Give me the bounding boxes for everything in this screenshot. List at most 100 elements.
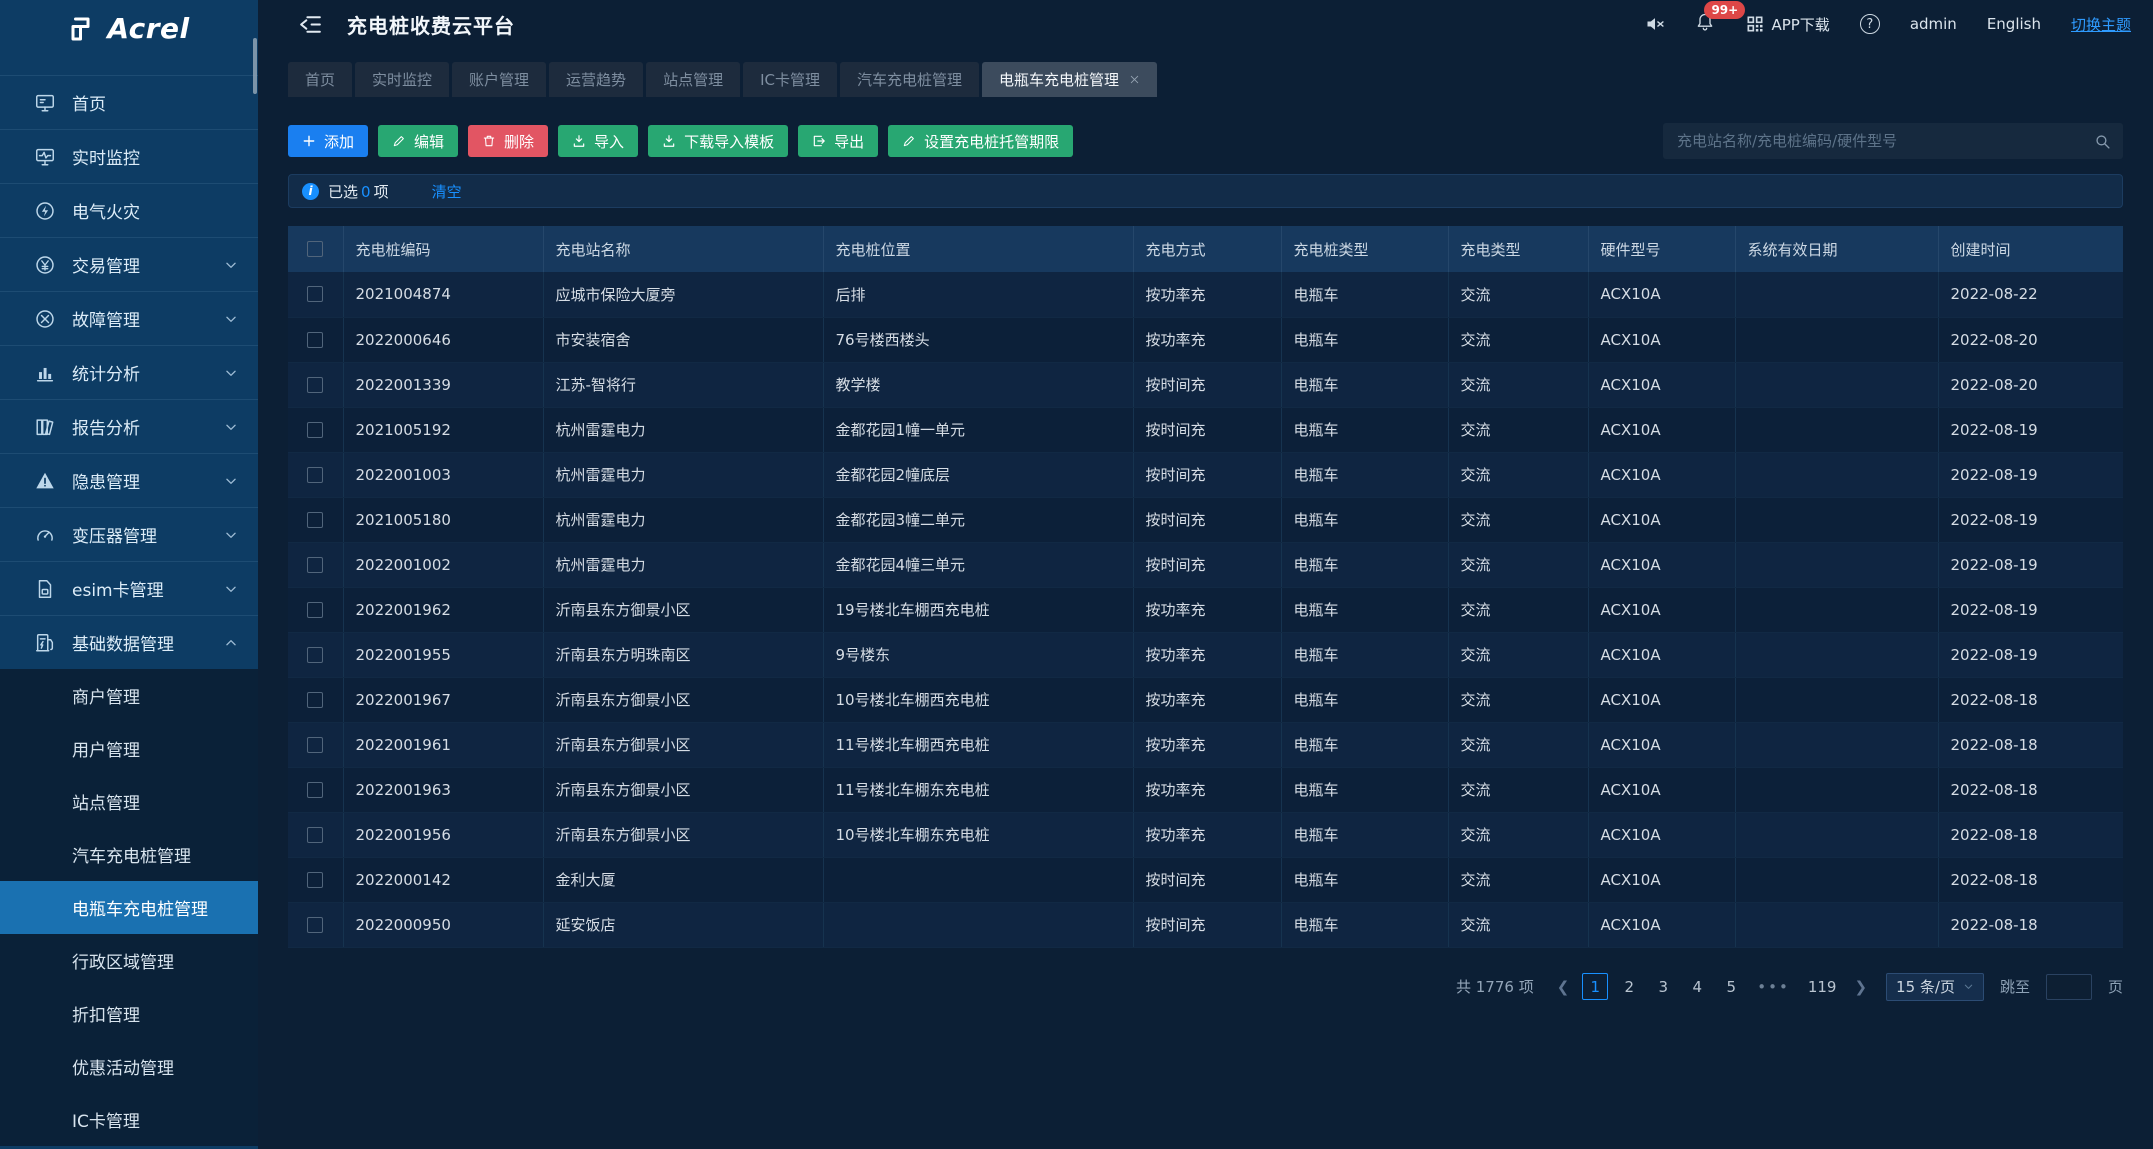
- table-cell: 交流: [1448, 452, 1588, 497]
- add-button[interactable]: 添加: [288, 125, 368, 157]
- notification-bell[interactable]: 99+: [1695, 12, 1715, 36]
- tab-3[interactable]: 账户管理: [452, 62, 546, 97]
- close-icon[interactable]: [1129, 74, 1140, 85]
- sidebar-item-label: 隐患管理: [72, 468, 140, 493]
- sidebar-subitem-5[interactable]: 电瓶车充电桩管理: [0, 881, 258, 934]
- sidebar-item-2[interactable]: 实时监控: [0, 129, 258, 183]
- pagination-page-5[interactable]: 5: [1718, 973, 1744, 1000]
- sidebar-subitem-4[interactable]: 汽车充电桩管理: [0, 828, 258, 881]
- sidebar-item-1[interactable]: 首页: [0, 75, 258, 129]
- tab-1[interactable]: 首页: [288, 62, 352, 97]
- row-checkbox[interactable]: [307, 827, 323, 843]
- row-checkbox[interactable]: [307, 332, 323, 348]
- table-cell: 金都花园1幢一单元: [823, 407, 1133, 452]
- chevron-down-icon: [224, 312, 238, 326]
- sidebar-item-label: 电气火灾: [72, 198, 140, 223]
- import-icon: [572, 134, 586, 148]
- row-checkbox[interactable]: [307, 512, 323, 528]
- table-cell: 交流: [1448, 407, 1588, 452]
- set-hosting-period-button[interactable]: 设置充电桩托管期限: [888, 125, 1073, 157]
- import-button[interactable]: 导入: [558, 125, 638, 157]
- pagination-page-119[interactable]: 119: [1803, 973, 1842, 1000]
- row-checkbox[interactable]: [307, 467, 323, 483]
- page-size-select[interactable]: 15 条/页: [1886, 973, 1984, 1001]
- table-cell: 11号楼北车棚东充电桩: [823, 767, 1133, 812]
- sidebar-subitem-2[interactable]: 用户管理: [0, 722, 258, 775]
- sidebar-subitem-6[interactable]: 行政区域管理: [0, 934, 258, 987]
- sidebar-subitem-7[interactable]: 折扣管理: [0, 987, 258, 1040]
- language-switch[interactable]: English: [1987, 15, 2041, 33]
- row-checkbox[interactable]: [307, 557, 323, 573]
- row-checkbox[interactable]: [307, 286, 323, 302]
- sidebar-item-8[interactable]: 隐患管理: [0, 453, 258, 507]
- pagination-next-icon[interactable]: ❯: [1849, 978, 1872, 996]
- pagination-prev-icon[interactable]: ❮: [1552, 978, 1575, 996]
- tab-7[interactable]: 汽车充电桩管理: [840, 62, 979, 97]
- pagination-page-4[interactable]: 4: [1684, 973, 1710, 1000]
- table-cell: 按时间充: [1133, 857, 1281, 902]
- table-cell: 2022-08-18: [1938, 677, 2123, 722]
- tab-5[interactable]: 站点管理: [646, 62, 740, 97]
- app-download-button[interactable]: APP下载: [1745, 14, 1829, 35]
- table-cell: 交流: [1448, 677, 1588, 722]
- sidebar-scrollbar[interactable]: [253, 38, 257, 94]
- sidebar-item-7[interactable]: 报告分析: [0, 399, 258, 453]
- cell-checkbox: [288, 812, 343, 857]
- row-checkbox[interactable]: [307, 647, 323, 663]
- table-row-9: 2022001955沂南县东方明珠南区9号楼东按功率充电瓶车交流ACX10A20…: [288, 632, 2123, 677]
- download-template-button[interactable]: 下载导入模板: [648, 125, 788, 157]
- cell-checkbox: [288, 767, 343, 812]
- row-checkbox[interactable]: [307, 692, 323, 708]
- column-header-5: 充电桩类型: [1281, 226, 1448, 272]
- sidebar-subitem-9[interactable]: IC卡管理: [0, 1093, 258, 1146]
- sidebar-item-4[interactable]: 交易管理: [0, 237, 258, 291]
- table-cell: [823, 902, 1133, 947]
- tab-6[interactable]: IC卡管理: [743, 62, 837, 97]
- sidebar-subitem-8[interactable]: 优惠活动管理: [0, 1040, 258, 1093]
- row-checkbox[interactable]: [307, 872, 323, 888]
- table-cell: 按时间充: [1133, 407, 1281, 452]
- pagination-page-2[interactable]: 2: [1616, 973, 1642, 1000]
- row-checkbox[interactable]: [307, 377, 323, 393]
- row-checkbox[interactable]: [307, 602, 323, 618]
- tab-8[interactable]: 电瓶车充电桩管理: [982, 62, 1157, 97]
- row-checkbox[interactable]: [307, 737, 323, 753]
- delete-button[interactable]: 删除: [468, 125, 548, 157]
- sidebar: Acrel 首页实时监控电气火灾交易管理故障管理统计分析报告分析隐患管理变压器管…: [0, 0, 258, 1149]
- collapse-menu-icon[interactable]: [298, 12, 323, 37]
- sidebar-subitem-3[interactable]: 站点管理: [0, 775, 258, 828]
- sidebar-item-3[interactable]: 电气火灾: [0, 183, 258, 237]
- table-cell: ACX10A: [1588, 812, 1735, 857]
- row-checkbox[interactable]: [307, 422, 323, 438]
- sidebar-item-5[interactable]: 故障管理: [0, 291, 258, 345]
- sidebar-subitem-1[interactable]: 商户管理: [0, 669, 258, 722]
- table-cell: 杭州雷霆电力: [543, 407, 823, 452]
- row-checkbox[interactable]: [307, 782, 323, 798]
- pagination-page-1[interactable]: 1: [1582, 973, 1608, 1000]
- search-icon[interactable]: [2094, 133, 2111, 150]
- jump-page-input[interactable]: [2046, 974, 2092, 1000]
- search-input[interactable]: [1675, 131, 2094, 151]
- pagination-page-3[interactable]: 3: [1650, 973, 1676, 1000]
- tab-4[interactable]: 运营趋势: [549, 62, 643, 97]
- sidebar-item-10[interactable]: esim卡管理: [0, 561, 258, 615]
- jump-label: 跳至: [2000, 976, 2030, 997]
- pagination-ellipsis[interactable]: •••: [1752, 973, 1795, 1000]
- sidebar-item-11[interactable]: 基础数据管理: [0, 615, 258, 669]
- theme-switch-link[interactable]: 切换主题: [2071, 14, 2131, 35]
- sidebar-item-9[interactable]: 变压器管理: [0, 507, 258, 561]
- row-checkbox[interactable]: [307, 917, 323, 933]
- table-cell: 9号楼东: [823, 632, 1133, 677]
- select-all-checkbox[interactable]: [307, 241, 323, 257]
- table-cell: 金利大厦: [543, 857, 823, 902]
- username[interactable]: admin: [1910, 15, 1957, 33]
- clear-selection-link[interactable]: 清空: [432, 181, 462, 202]
- sidebar-item-label: 故障管理: [72, 306, 140, 331]
- tab-2[interactable]: 实时监控: [355, 62, 449, 97]
- sidebar-item-6[interactable]: 统计分析: [0, 345, 258, 399]
- help-icon[interactable]: ?: [1860, 14, 1880, 34]
- edit-button[interactable]: 编辑: [378, 125, 458, 157]
- mute-icon[interactable]: [1645, 14, 1665, 34]
- export-button[interactable]: 导出: [798, 125, 878, 157]
- table-cell: 按功率充: [1133, 317, 1281, 362]
